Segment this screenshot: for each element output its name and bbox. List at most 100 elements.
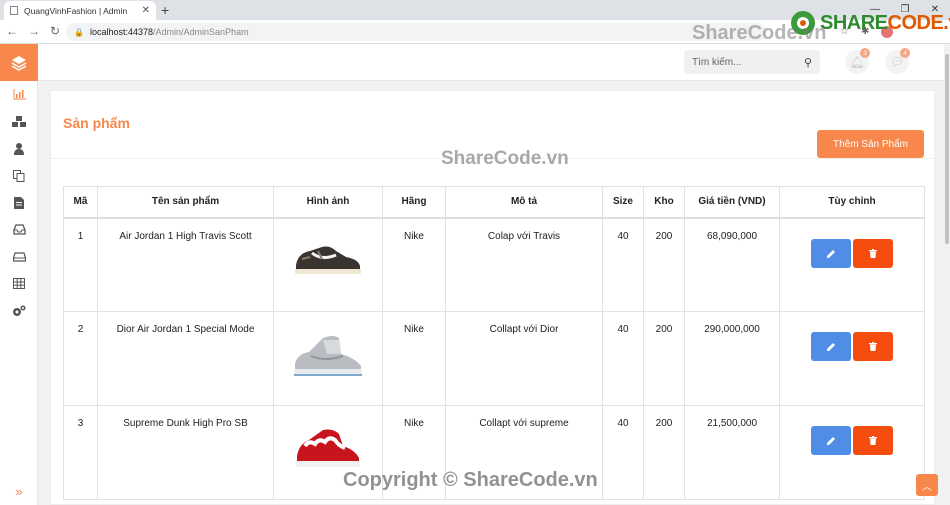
cell-size: 40 — [602, 217, 644, 312]
delete-button[interactable] — [853, 238, 893, 268]
search-icon[interactable]: ⚲ — [804, 56, 812, 69]
back-icon[interactable]: ← — [6, 24, 18, 38]
cell-name: Air Jordan 1 High Travis Scott — [97, 217, 274, 312]
logo-text-share: SHARE — [820, 11, 888, 34]
trash-icon — [869, 342, 877, 351]
table-row: 2 Dior Air Jordan 1 Special Mode Nike Co… — [63, 311, 925, 406]
notification-badge: 3 — [860, 48, 870, 58]
cell-brand: Nike — [382, 311, 446, 406]
cell-name: Supreme Dunk High Pro SB — [97, 405, 274, 500]
drive-icon — [12, 251, 26, 262]
product-table: Mã Tên sản phẩm Hình ảnh Hãng Mô tả Size… — [63, 186, 925, 500]
admin-sidebar: » — [0, 44, 38, 505]
copy-icon — [13, 169, 25, 182]
file-icon — [14, 196, 24, 209]
cell-id: 1 — [63, 217, 98, 312]
add-product-button[interactable]: Thêm Sản Phẩm — [817, 130, 924, 158]
column-header-size[interactable]: Size — [602, 186, 644, 219]
column-header-brand[interactable]: Hãng — [382, 186, 446, 219]
cell-stock: 200 — [643, 217, 685, 312]
trash-icon — [869, 436, 877, 445]
cell-stock: 200 — [643, 311, 685, 406]
cell-id: 2 — [63, 311, 98, 406]
sidebar-item-inbox[interactable] — [0, 216, 38, 243]
cubes-icon — [12, 115, 26, 127]
notification-button[interactable]: 🔔︎ 3 — [845, 48, 870, 74]
cell-id: 3 — [63, 405, 98, 500]
cell-name: Dior Air Jordan 1 Special Mode — [97, 311, 274, 406]
bar-chart-icon — [13, 89, 26, 100]
cell-actions — [779, 217, 925, 312]
page-scrollbar[interactable] — [944, 44, 950, 505]
scroll-to-top-button[interactable]: ︿ — [916, 474, 938, 496]
cell-desc: Collapt với Dior — [445, 311, 603, 406]
cell-stock: 200 — [643, 405, 685, 500]
chevron-up-icon: ︿ — [922, 481, 932, 493]
page-title: Sản phẩm — [63, 115, 130, 131]
delete-button[interactable] — [853, 332, 893, 361]
column-header-stock[interactable]: Kho — [643, 186, 685, 219]
new-tab-icon[interactable]: + — [161, 2, 169, 18]
column-header-id[interactable]: Mã — [63, 186, 98, 219]
inbox-icon — [12, 224, 26, 235]
edit-button[interactable] — [811, 426, 851, 455]
cell-price: 290,000,000 — [684, 311, 780, 406]
forward-icon[interactable]: → — [28, 24, 40, 38]
trash-icon — [869, 248, 877, 258]
scrollbar-thumb[interactable] — [945, 54, 949, 244]
cell-actions — [779, 405, 925, 500]
sidebar-item-dashboard[interactable] — [0, 81, 38, 108]
browser-tab[interactable]: QuangVinhFashion | Admin ✕ — [4, 1, 156, 20]
close-icon[interactable]: ✕ — [142, 5, 150, 16]
cell-price: 21,500,000 — [684, 405, 780, 500]
sidebar-item-settings[interactable] — [0, 297, 38, 324]
table-header-row: Mã Tên sản phẩm Hình ảnh Hãng Mô tả Size… — [63, 186, 925, 219]
column-header-image[interactable]: Hình ảnh — [273, 186, 383, 219]
cogs-icon — [13, 305, 26, 316]
tab-title: QuangVinhFashion | Admin — [24, 5, 128, 16]
watermark-top: ShareCode.vn — [692, 22, 827, 44]
edit-button[interactable] — [811, 332, 851, 361]
cell-desc: Colap với Travis — [445, 217, 603, 312]
cell-actions — [779, 311, 925, 406]
high-grey-sneaker-icon — [294, 336, 362, 376]
red-white-sneaker-icon — [296, 429, 360, 467]
cell-brand: Nike — [382, 217, 446, 312]
edit-button[interactable] — [811, 238, 851, 268]
table-icon — [13, 278, 25, 289]
column-header-actions[interactable]: Tùy chỉnh — [779, 186, 925, 219]
column-header-name[interactable]: Tên sản phẩm — [97, 186, 274, 219]
reload-icon[interactable]: ↻ — [50, 24, 60, 38]
search-input[interactable] — [692, 56, 804, 68]
user-icon — [14, 142, 24, 155]
pencil-icon — [826, 249, 835, 258]
column-header-price[interactable]: Giá tiền (VND) — [684, 186, 780, 219]
sidebar-item-table[interactable] — [0, 270, 38, 297]
logo-text-code: CODE.vn — [887, 11, 950, 34]
sidebar-item-products[interactable] — [0, 162, 38, 189]
pencil-icon — [826, 343, 835, 351]
search-box: ⚲ — [684, 50, 820, 74]
table-row: 1 Air Jordan 1 High Travis Scott Nike Co… — [63, 217, 925, 312]
sidebar-item-users[interactable] — [0, 135, 38, 162]
delete-button[interactable] — [853, 426, 893, 455]
low-dark-sneaker-icon — [295, 246, 361, 274]
column-header-desc[interactable]: Mô tả — [445, 186, 603, 219]
watermark-middle: ShareCode.vn — [441, 148, 569, 169]
expand-sidebar-icon[interactable]: » — [0, 484, 38, 499]
pencil-icon — [826, 437, 835, 445]
message-button[interactable]: 💬︎ 4 — [885, 48, 910, 74]
sidebar-item-categories[interactable] — [0, 108, 38, 135]
cell-image — [273, 217, 383, 312]
watermark-bottom: Copyright © ShareCode.vn — [343, 469, 598, 491]
sidebar-item-orders[interactable] — [0, 189, 38, 216]
url-host: localhost:44378 — [89, 27, 154, 37]
url-field[interactable]: 🔒 localhost:44378/Admin/AdminSanPham — [66, 23, 766, 41]
sidebar-item-shipping[interactable] — [0, 243, 38, 270]
cell-size: 40 — [602, 311, 644, 406]
lock-icon: 🔒 — [74, 27, 84, 37]
layers-logo-icon[interactable] — [0, 44, 38, 81]
top-header: ⚲ 🔔︎ 3 💬︎ 4 — [38, 44, 950, 81]
url-path: /Admin/AdminSanPham — [153, 27, 249, 37]
message-badge: 4 — [900, 48, 910, 58]
